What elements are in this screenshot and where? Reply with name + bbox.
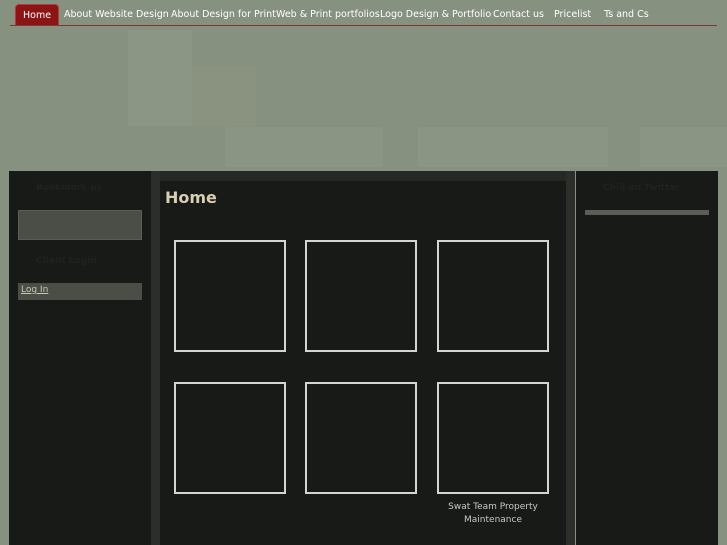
login-link[interactable]: Log In (21, 285, 48, 295)
nav-item-home[interactable]: Home (15, 4, 60, 25)
bookmark-title: Bookmark us (36, 183, 102, 193)
portfolio-thumbnail[interactable] (305, 240, 417, 352)
background-patch (640, 127, 727, 167)
main-navigation: Home About Website Design About Design f… (10, 0, 717, 26)
bookmark-widget[interactable] (18, 210, 142, 240)
nav-item-web-print-portfolios[interactable]: Web & Print portfolios (276, 4, 380, 25)
nav-item-ts-and-cs[interactable]: Ts and Cs (604, 4, 649, 25)
background-patch (225, 127, 383, 167)
nav-item-about-design-for-print[interactable]: About Design for Print (171, 4, 276, 25)
portfolio-thumbnail[interactable] (174, 382, 286, 494)
nav-item-contact-us[interactable]: Contact us (493, 4, 544, 25)
background-patch (128, 30, 192, 126)
thumbnail-caption: Swat Team Property Maintenance (448, 502, 538, 525)
content-border (566, 171, 575, 545)
client-login-title: Client Login (36, 256, 97, 266)
background-patch (192, 66, 256, 126)
nav-item-pricelist[interactable]: Pricelist (554, 4, 591, 25)
twitter-title: Chill on Twitter (603, 183, 680, 193)
nav-item-logo-design-portfolio[interactable]: Logo Design & Portfolio (380, 4, 491, 25)
portfolio-thumbnail[interactable] (437, 382, 549, 494)
portfolio-thumbnail[interactable] (174, 240, 286, 352)
right-sidebar (576, 171, 718, 545)
background-patch (418, 127, 608, 167)
content-border (151, 171, 160, 545)
portfolio-thumbnail[interactable] (437, 240, 549, 352)
nav-item-about-website-design[interactable]: About Website Design (64, 4, 169, 25)
portfolio-thumbnail[interactable] (305, 382, 417, 494)
page-title: Home (165, 188, 217, 207)
twitter-feed-bar (585, 210, 709, 215)
content-border (160, 171, 566, 181)
